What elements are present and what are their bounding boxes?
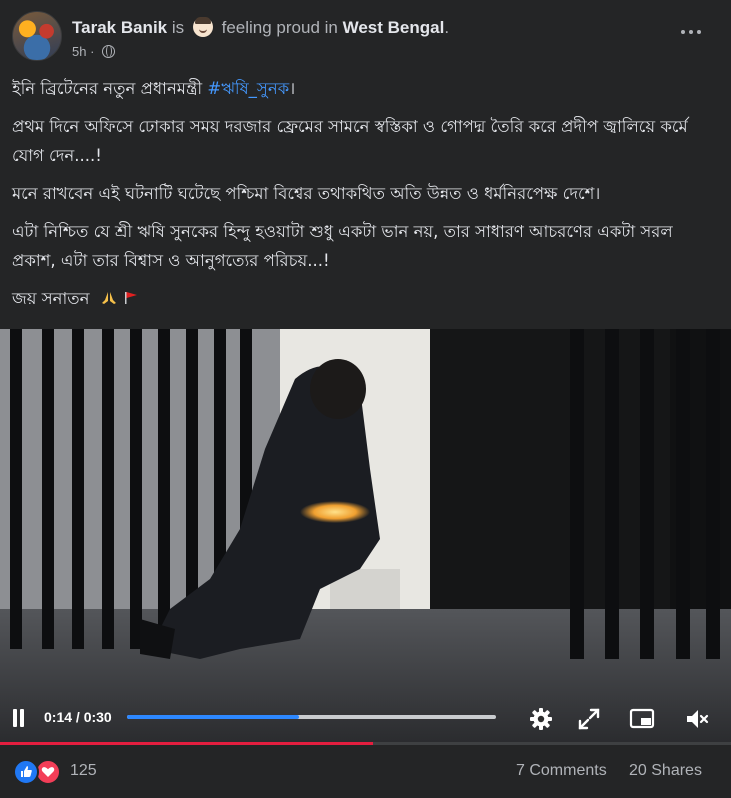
paragraph-3: মনে রাখবেন এই ঘটনাটি ঘটেছে পশ্চিমা বিশ্ব… bbox=[12, 184, 601, 203]
post-header: Tarak Banik is feeling proud in West Ben… bbox=[0, 0, 731, 70]
author-line: Tarak Banik is feeling proud in West Ben… bbox=[72, 17, 449, 38]
paragraph-4: এটা নিশ্চিত যে শ্রী ঋষি সুনকের হিন্দু হও… bbox=[12, 222, 673, 270]
avatar[interactable] bbox=[12, 11, 62, 61]
post-body: ইনি ব্রিটেনের নতুন প্রধানমন্ত্রী #ঋষি_সু… bbox=[12, 74, 712, 322]
globe-icon bbox=[102, 45, 116, 58]
paragraph-5: জয় সনাতন bbox=[12, 284, 712, 313]
hashtag-link[interactable]: #ঋষি_সুনক bbox=[207, 79, 289, 98]
closing-text: জয় সনাতন bbox=[12, 289, 90, 308]
post-meta: 5h · bbox=[72, 44, 116, 59]
mute-icon[interactable] bbox=[684, 706, 710, 732]
paragraph-2: প্রথম দিনে অফিসে ঢোকার সময় দরজার ফ্রেমে… bbox=[12, 117, 688, 165]
video-frame bbox=[0, 329, 731, 745]
video-scrubber[interactable] bbox=[127, 715, 496, 719]
post-footer: 125 7 Comments 20 Shares bbox=[0, 745, 731, 798]
expand-icon[interactable] bbox=[576, 706, 602, 732]
video-controls: 0:14 / 0:30 bbox=[0, 698, 731, 738]
comments-link[interactable]: 7 Comments bbox=[516, 762, 607, 780]
pause-icon[interactable] bbox=[10, 709, 26, 727]
post-time[interactable]: 5h · bbox=[72, 44, 94, 59]
gear-icon[interactable] bbox=[528, 706, 554, 732]
author-name[interactable]: Tarak Banik bbox=[72, 18, 167, 37]
headline-end: । bbox=[289, 79, 296, 98]
is-word: is bbox=[171, 18, 185, 37]
triangular-flag-icon bbox=[125, 292, 137, 304]
shares-link[interactable]: 20 Shares bbox=[629, 762, 702, 780]
video-player[interactable] bbox=[0, 329, 731, 745]
post-line-1: ইনি ব্রিটেনের নতুন প্রধানমন্ত্রী #ঋষি_সু… bbox=[12, 74, 712, 103]
feeling-text: feeling proud in bbox=[221, 18, 338, 37]
folded-hands-icon bbox=[101, 292, 116, 304]
headline-text: ইনি ব্রিটেনের নতুন প্রধানমন্ত্রী bbox=[12, 79, 203, 98]
more-options-icon[interactable] bbox=[673, 18, 709, 46]
location-period: . bbox=[444, 18, 450, 37]
location-link[interactable]: West Bengal bbox=[343, 18, 445, 37]
scrubber-progress bbox=[127, 715, 300, 719]
reaction-count[interactable]: 125 bbox=[70, 762, 97, 780]
video-time: 0:14 / 0:30 bbox=[44, 709, 112, 725]
like-reaction-icon[interactable] bbox=[13, 759, 39, 785]
feeling-emoji-icon bbox=[192, 17, 213, 37]
picture-in-picture-icon[interactable] bbox=[629, 706, 655, 732]
